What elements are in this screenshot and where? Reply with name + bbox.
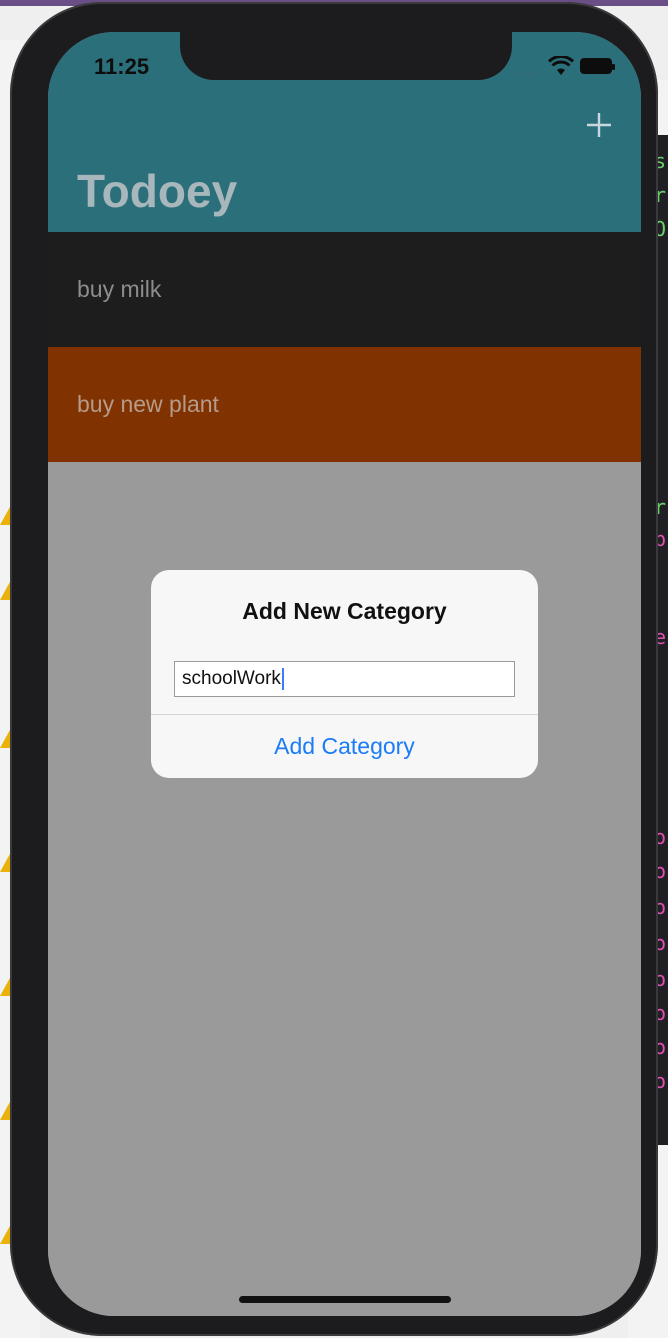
add-category-action-button[interactable]: Add Category — [151, 715, 538, 778]
home-indicator[interactable] — [239, 1296, 451, 1303]
status-indicators: ..... — [518, 56, 618, 78]
app-screen: 11:25 ..... Todoey buy milk buy new plan… — [48, 32, 641, 1316]
add-category-alert: Add New Category schoolWork Add Category — [151, 570, 538, 778]
list-item[interactable]: buy milk — [48, 232, 641, 347]
status-time: 11:25 — [94, 54, 150, 79]
category-name-input[interactable]: schoolWork — [174, 661, 515, 697]
list-item-label: buy milk — [77, 276, 162, 302]
text-cursor — [281, 667, 284, 690]
list-item[interactable]: buy new plant — [48, 347, 641, 462]
plus-icon — [587, 113, 611, 137]
alert-title: Add New Category — [242, 598, 447, 624]
wifi-icon — [548, 56, 574, 75]
input-value: schoolWork — [182, 668, 281, 689]
phone-frame: 11:25 ..... Todoey buy milk buy new plan… — [10, 2, 658, 1336]
cellular-signal-icon: ..... — [518, 64, 540, 78]
add-category-button[interactable] — [584, 110, 614, 140]
battery-icon — [580, 58, 615, 74]
page-title: Todoey — [77, 165, 238, 217]
list-item-label: buy new plant — [77, 391, 219, 417]
device-notch — [180, 32, 512, 80]
